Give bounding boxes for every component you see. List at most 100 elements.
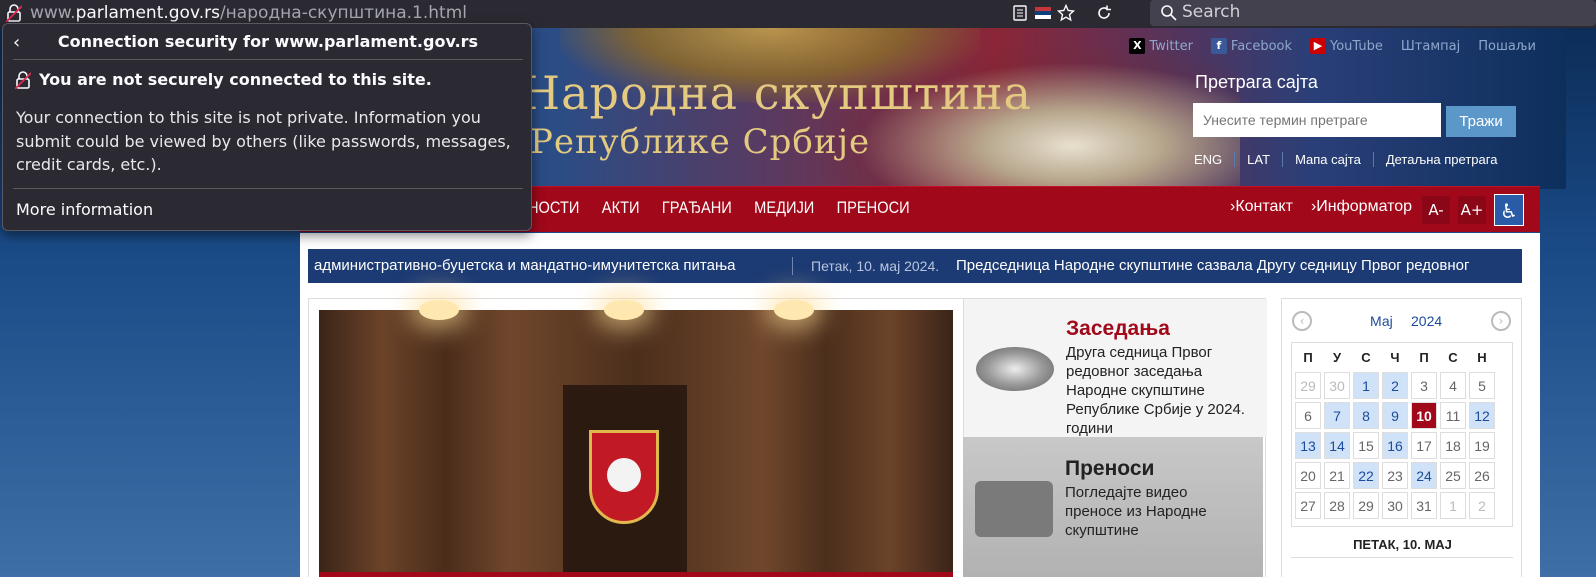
- divider: [1291, 557, 1513, 558]
- photo-caption-bar: [319, 572, 953, 577]
- x-twitter-icon: X: [1129, 38, 1146, 54]
- calendar-day[interactable]: 12: [1469, 402, 1495, 429]
- calendar-day[interactable]: 16: [1382, 432, 1408, 459]
- nav-items: НОСТИ АКТИ ГРАЂАНИ МЕДИЈИ ПРЕНОСИ: [528, 198, 910, 218]
- site-search-input[interactable]: [1193, 103, 1441, 137]
- calendar-day[interactable]: 29: [1353, 492, 1379, 519]
- nav-right-links: ›Контакт ›Информатор: [1230, 198, 1412, 216]
- calendar-day[interactable]: 1: [1440, 492, 1466, 519]
- ceiling-light: [604, 300, 644, 320]
- site-search-button[interactable]: Тражи: [1446, 106, 1516, 137]
- lang-eng-link[interactable]: ENG: [1194, 152, 1236, 167]
- calendar-next-icon[interactable]: ›: [1491, 311, 1511, 331]
- informator-link[interactable]: ›Информатор: [1311, 198, 1412, 216]
- calendar-weekday-row: ПУСЧПСН: [1295, 347, 1509, 369]
- nav-item-citizens[interactable]: ГРАЂАНИ: [662, 198, 732, 218]
- reader-view-icon[interactable]: [1011, 4, 1029, 22]
- serbian-flag-icon: [1035, 7, 1051, 19]
- nav-item-acts[interactable]: АКТИ: [602, 198, 640, 218]
- broadcasts-title[interactable]: Преноси: [1065, 457, 1154, 481]
- url-text[interactable]: www.parlament.gov.rs/народна-скупштина.1…: [30, 3, 467, 23]
- sitemap-link[interactable]: Мапа сајта: [1283, 152, 1374, 167]
- font-decrease-button[interactable]: A-: [1422, 196, 1450, 224]
- calendar-day[interactable]: 18: [1440, 432, 1466, 459]
- nav-item-broadcasts[interactable]: ПРЕНОСИ: [837, 198, 910, 218]
- calendar-widget: ‹ Мај 2024 › П У С Ч П С Н 29 30 1 2 3 4 5 6 7 8 9 10 11 12 1…: [1281, 298, 1522, 577]
- ticker-text-1[interactable]: административно-буџетска и мандатно-имун…: [314, 257, 736, 274]
- youtube-link[interactable]: ▶ YouTube: [1310, 38, 1383, 54]
- sessions-title[interactable]: Заседања: [1066, 317, 1170, 341]
- calendar-day[interactable]: 8: [1353, 402, 1379, 429]
- calendar-year[interactable]: 2024: [1411, 313, 1442, 329]
- calendar-day[interactable]: 4: [1440, 372, 1466, 399]
- divider: [13, 59, 523, 60]
- print-link[interactable]: Штампај: [1401, 38, 1460, 54]
- nav-item-activities[interactable]: НОСТИ: [528, 198, 579, 218]
- contact-link[interactable]: ›Контакт: [1230, 198, 1293, 216]
- calendar-day[interactable]: 30: [1324, 372, 1350, 399]
- nav-item-media[interactable]: МЕДИЈИ: [754, 198, 814, 218]
- calendar-day[interactable]: 7: [1324, 402, 1350, 429]
- calendar-weekday: П: [1303, 350, 1313, 365]
- social-links: X Twitter f Facebook ▶ YouTube Штампај Поша…: [1129, 38, 1536, 54]
- broadcasts-text[interactable]: Погледајте видео преносе из Народне скуп…: [1065, 483, 1235, 540]
- news-ticker[interactable]: административно-буџетска и мандатно-имун…: [308, 249, 1522, 283]
- connection-security-popup: ‹ Connection security for www.parlament.…: [2, 23, 532, 231]
- calendar-day[interactable]: 2: [1469, 492, 1495, 519]
- accessibility-icon[interactable]: ♿: [1494, 194, 1524, 226]
- calendar-prev-icon[interactable]: ‹: [1292, 311, 1312, 331]
- calendar-day[interactable]: 13: [1295, 432, 1321, 459]
- insecure-lock-icon[interactable]: [6, 4, 22, 22]
- reload-icon[interactable]: [1095, 4, 1113, 22]
- calendar-day[interactable]: 14: [1324, 432, 1350, 459]
- calendar-day[interactable]: 22: [1353, 462, 1379, 489]
- calendar-day[interactable]: 3: [1411, 372, 1437, 399]
- font-increase-button[interactable]: A+: [1458, 196, 1486, 224]
- youtube-icon: ▶: [1310, 38, 1327, 54]
- calendar-day[interactable]: 26: [1469, 462, 1495, 489]
- twitter-link[interactable]: X Twitter: [1129, 38, 1193, 54]
- featured-photo[interactable]: [319, 300, 953, 577]
- content-area: административно-буџетска и мандатно-имун…: [300, 233, 1540, 577]
- calendar-day[interactable]: 2: [1382, 372, 1408, 399]
- ceiling-light: [774, 300, 814, 320]
- calendar-day[interactable]: 27: [1295, 492, 1321, 519]
- calendar-day[interactable]: 24: [1411, 462, 1437, 489]
- calendar-day[interactable]: 1: [1353, 372, 1379, 399]
- site-title-line2[interactable]: Републике Србије: [530, 122, 870, 162]
- advanced-search-link[interactable]: Детаљна претрага: [1374, 152, 1510, 167]
- facebook-icon: f: [1210, 38, 1227, 54]
- broadcasts-card[interactable]: Преноси Погледајте видео преносе из Наро…: [963, 437, 1263, 577]
- calendar-month[interactable]: Мај: [1370, 313, 1393, 329]
- sessions-text[interactable]: Друга седница Првог редовног заседања На…: [1066, 343, 1246, 438]
- browser-search-field[interactable]: Search: [1150, 0, 1596, 26]
- calendar-day[interactable]: 30: [1382, 492, 1408, 519]
- calendar-day[interactable]: 17: [1411, 432, 1437, 459]
- more-information-link[interactable]: More information: [16, 200, 153, 219]
- calendar-day[interactable]: 20: [1295, 462, 1321, 489]
- calendar-day[interactable]: 6: [1295, 402, 1321, 429]
- calendar-week-row: 29 30 1 2 3 4 5: [1295, 372, 1509, 399]
- bookmark-star-icon[interactable]: [1057, 4, 1075, 22]
- calendar-day[interactable]: 31: [1411, 492, 1437, 519]
- calendar-day[interactable]: 19: [1469, 432, 1495, 459]
- sessions-card[interactable]: Заседања Друга седница Првог редовног за…: [963, 299, 1267, 437]
- calendar-day[interactable]: 10: [1411, 402, 1437, 429]
- calendar-day[interactable]: 11: [1440, 402, 1466, 429]
- calendar-day[interactable]: 9: [1382, 402, 1408, 429]
- calendar-weekday: Ч: [1390, 350, 1400, 365]
- ticker-text-2[interactable]: Председница Народне скупштине сазвала Др…: [956, 257, 1469, 274]
- facebook-link[interactable]: f Facebook: [1210, 38, 1292, 54]
- calendar-day[interactable]: 21: [1324, 462, 1350, 489]
- calendar-day[interactable]: 15: [1353, 432, 1379, 459]
- browser-search-placeholder: Search: [1182, 2, 1241, 22]
- calendar-day[interactable]: 25: [1440, 462, 1466, 489]
- site-title-line1[interactable]: Народна скупштина: [520, 66, 1032, 120]
- lang-lat-link[interactable]: LAT: [1235, 152, 1284, 167]
- calendar-day[interactable]: 23: [1382, 462, 1408, 489]
- calendar-day[interactable]: 28: [1324, 492, 1350, 519]
- calendar-day[interactable]: 5: [1469, 372, 1495, 399]
- send-link[interactable]: Пошаљи: [1478, 38, 1536, 54]
- calendar-day[interactable]: 29: [1295, 372, 1321, 399]
- popup-title: Connection security for www.parlament.go…: [57, 32, 479, 51]
